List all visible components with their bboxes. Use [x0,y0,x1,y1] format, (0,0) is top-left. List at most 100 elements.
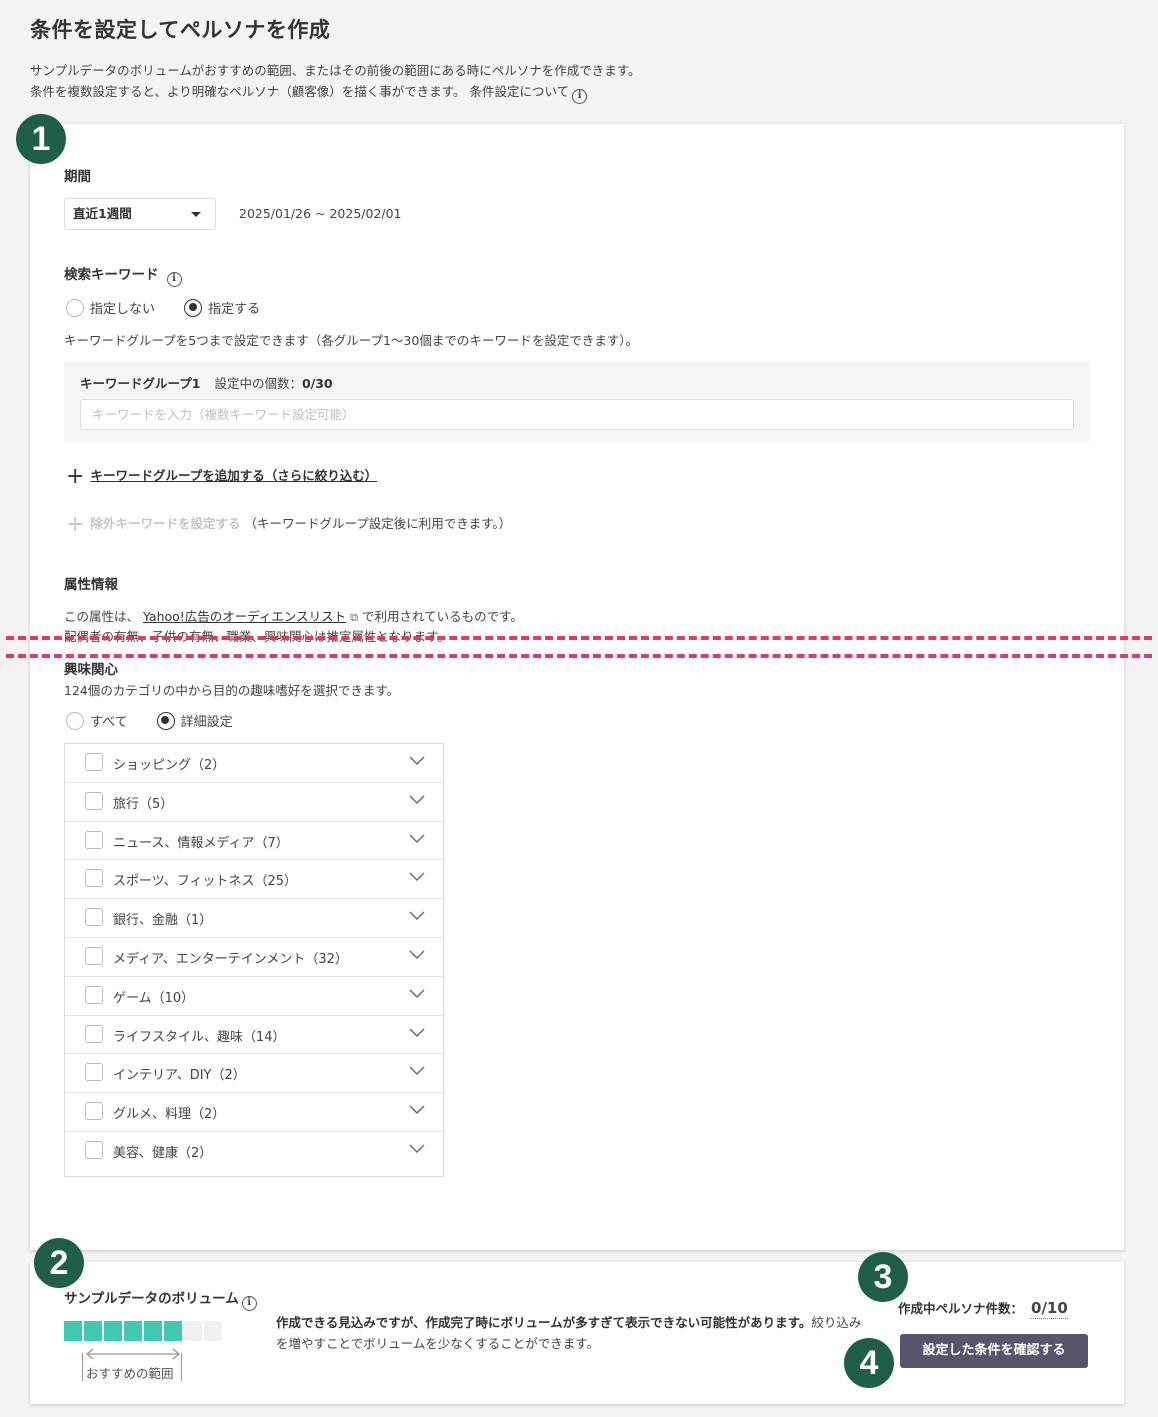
add-keyword-group-link[interactable]: キーワードグループを追加する（さらに絞り込む） [90,468,377,483]
info-icon[interactable]: i [572,89,588,104]
page-description: サンプルデータのボリュームがおすすめの範囲、またはその前後の範囲にある時にペルソ… [30,60,641,104]
volume-label: サンプルデータのボリューム i [64,1287,257,1311]
checkbox[interactable] [85,830,103,849]
category-row[interactable]: スポーツ、フィットネス（25） [65,860,443,900]
chevron-down-icon[interactable] [409,1103,425,1115]
radio-label: 指定する [208,302,261,317]
keyword-count-label: 設定中の個数： [214,376,302,391]
volume-warning-bold: 作成できる見込みですが、作成完了時にボリュームが多すぎて表示できない可能性があり… [276,1315,812,1330]
external-link-icon: ⧉ [350,611,359,624]
confirm-conditions-button[interactable]: 設定した条件を確認する [900,1334,1088,1368]
category-label: 美容、健康（2） [113,1145,213,1161]
radio-all[interactable]: すべて [66,710,128,730]
radio-no-keyword[interactable]: 指定しない [66,297,156,317]
caret-down-icon [191,212,201,217]
volume-label-text: サンプルデータのボリューム [64,1291,239,1307]
chevron-down-icon[interactable] [409,793,425,805]
volume-meter [64,1321,222,1341]
period-range: 2025/01/26 ~ 2025/02/01 [239,206,402,221]
radio-detail[interactable]: 詳細設定 [156,710,233,730]
category-row[interactable]: ゲーム（10） [65,977,443,1016]
category-row[interactable]: グルメ、料理（2） [65,1093,443,1132]
radio-selected-icon [156,711,175,730]
audience-list-link[interactable]: Yahoo!広告のオーディエンスリスト [143,609,346,624]
keyword-input[interactable]: キーワードを入力（複数キーワード設定可能） [80,399,1074,430]
category-row[interactable]: 美容、健康（2） [65,1132,443,1171]
step-badge-3: 3 [858,1252,908,1302]
category-label: ライフスタイル、趣味（14） [113,1029,286,1045]
keyword-count: 0/30 [301,376,333,391]
period-select[interactable]: 直近1週間 [64,198,216,230]
info-icon[interactable]: i [166,272,182,287]
chevron-down-icon[interactable] [409,1142,425,1154]
attributes-desc-prefix: この属性は、 [64,609,140,624]
category-row[interactable]: 銀行、金融（1） [65,899,443,938]
step-badge-1: 1 [16,114,66,164]
exclude-keyword-row: + 除外キーワードを設定する （キーワードグループ設定後に利用できます。） [66,513,511,536]
radio-label: すべて [90,715,128,730]
category-row[interactable]: ショッピング（2） [65,744,443,783]
step-badge-2: 2 [34,1238,84,1288]
checkbox[interactable] [85,1102,103,1121]
volume-segment [64,1321,82,1341]
category-row[interactable]: ニュース、情報メディア（7） [65,822,443,861]
volume-segment [104,1321,122,1341]
checkbox[interactable] [85,908,103,927]
category-row[interactable]: 旅行（5） [65,783,443,822]
checkbox[interactable] [85,1140,103,1159]
radio-icon [66,298,84,317]
radio-label: 指定しない [90,302,156,317]
persona-count: 作成中ペルソナ件数： 0/10 [898,1298,1068,1319]
description-line-1: サンプルデータのボリュームがおすすめの範囲、またはその前後の範囲にある時にペルソ… [30,63,641,78]
volume-segment [84,1321,102,1341]
divider-dashed-bottom [6,654,1152,658]
exclude-keyword-note: （キーワードグループ設定後に利用できます。） [244,516,512,531]
chevron-down-icon[interactable] [409,832,425,844]
volume-segment [184,1321,202,1341]
add-keyword-group[interactable]: + キーワードグループを追加する（さらに絞り込む） [66,465,377,488]
attributes-desc-suffix: で利用されているものです。 [362,609,523,624]
category-row[interactable]: メディア、エンターテインメント（32） [65,938,443,977]
plus-icon: + [66,512,85,537]
category-label: メディア、エンターテインメント（32） [113,951,348,967]
chevron-down-icon[interactable] [409,987,425,999]
keyword-label-text: 検索キーワード [64,267,159,283]
checkbox[interactable] [85,946,103,965]
checkbox[interactable] [85,985,103,1004]
chevron-down-icon[interactable] [409,754,425,766]
info-icon[interactable]: i [241,1296,257,1311]
category-row[interactable]: ライフスタイル、趣味（14） [65,1016,443,1055]
description-line-2-text: 条件を複数設定すると、より明確なペルソナ（顧客像）を描く事ができます。 条件設定… [30,84,570,99]
category-label: 旅行（5） [113,796,174,812]
chevron-down-icon[interactable] [409,870,425,882]
category-row[interactable]: インテリア、DIY（2） [65,1054,443,1094]
checkbox[interactable] [85,1063,103,1082]
volume-segment [204,1321,222,1341]
period-select-value: 直近1週間 [73,206,132,221]
volume-segment [144,1321,162,1341]
category-label: 銀行、金融（1） [113,913,213,929]
category-label: インテリア、DIY（2） [113,1068,246,1084]
interest-category-list: ショッピング（2） 旅行（5） ニュース、情報メディア（7） スポーツ、フィットネス（… [64,743,444,1177]
checkbox[interactable] [85,869,103,888]
description-line-2: 条件を複数設定すると、より明確なペルソナ（顧客像）を描く事ができます。 条件設定… [30,81,641,104]
checkbox[interactable] [85,753,103,771]
chevron-down-icon[interactable] [409,909,425,921]
chevron-down-icon[interactable] [409,1064,425,1076]
attributes-label: 属性情報 [64,577,118,593]
checkbox[interactable] [85,1024,103,1043]
radio-set-keyword[interactable]: 指定する [184,297,261,317]
chevron-down-icon[interactable] [409,1026,425,1038]
chevron-down-icon[interactable] [409,948,425,960]
volume-segment [124,1321,142,1341]
category-label: グルメ、料理（2） [113,1107,226,1123]
category-label: ショッピング（2） [113,758,226,773]
keyword-group-title: キーワードグループ1 [80,376,201,391]
persona-count-label: 作成中ペルソナ件数： [898,1301,1024,1316]
checkbox[interactable] [85,791,103,810]
keyword-group-panel: キーワードグループ1 設定中の個数：0/30 キーワードを入力（複数キーワード設… [64,361,1090,441]
plus-icon: + [66,464,85,489]
page-title: 条件を設定してペルソナを作成 [30,18,331,42]
category-label: ニュース、情報メディア（7） [113,835,289,851]
interest-radio-group: すべて 詳細設定 [66,710,233,730]
